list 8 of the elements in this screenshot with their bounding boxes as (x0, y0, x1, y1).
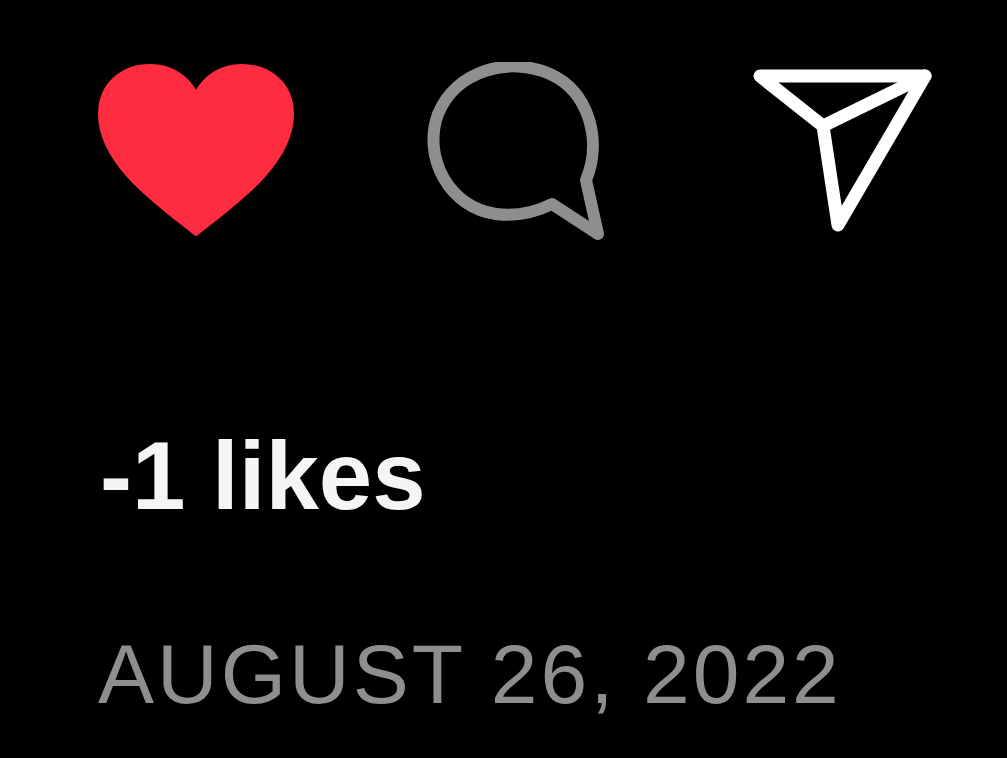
heart-icon (98, 64, 294, 236)
like-button[interactable] (98, 64, 294, 236)
comment-button[interactable] (426, 62, 606, 242)
likes-count: -1 likes (100, 428, 426, 524)
speech-bubble-icon (427, 62, 604, 240)
paper-plane-icon (753, 69, 932, 232)
post-date: AUGUST 26, 2022 (98, 632, 842, 716)
share-button[interactable] (753, 68, 933, 232)
